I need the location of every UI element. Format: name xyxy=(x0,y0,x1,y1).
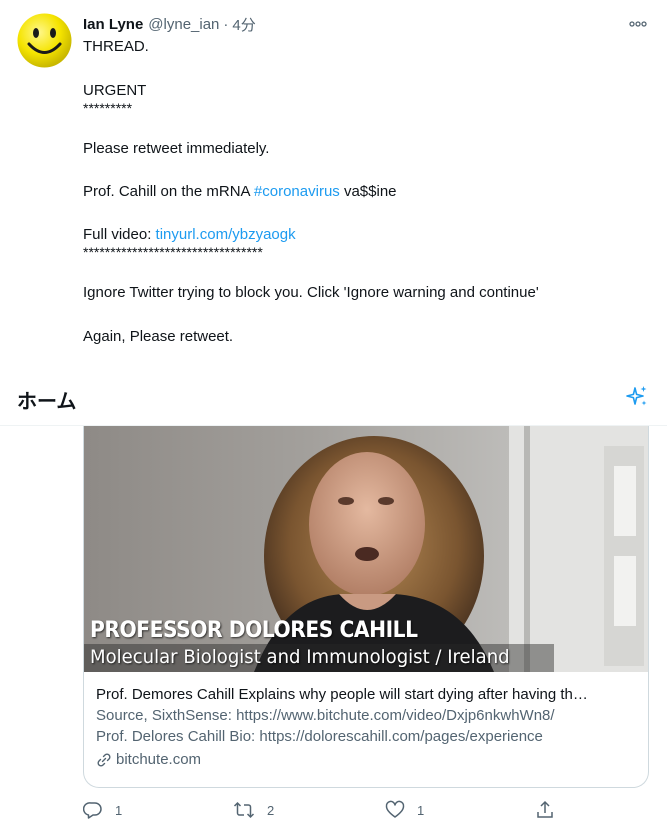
reply-count: 1 xyxy=(115,802,123,818)
more-icon[interactable] xyxy=(628,14,648,34)
reply-icon xyxy=(83,802,102,819)
tweet-header: Ian Lyne @lyne_ian · 4分 xyxy=(83,13,256,35)
retweet-request: Please retweet immediately. xyxy=(83,140,270,157)
card-title[interactable]: Prof. Demores Cahill Explains why people… xyxy=(96,684,638,705)
stars-line-long: ********************************* xyxy=(83,244,263,260)
avatar[interactable] xyxy=(17,13,72,68)
reply-button[interactable]: 1 xyxy=(83,800,122,820)
link-card[interactable]: PROFESSOR DOLORES CAHILL Molecular Biolo… xyxy=(83,426,649,788)
home-title: ホーム xyxy=(17,389,77,413)
retweet-icon xyxy=(233,801,255,819)
tinyurl-link[interactable]: tinyurl.com/ybzyaogk xyxy=(156,226,296,243)
thread-label: THREAD. xyxy=(83,38,149,55)
retweet-count: 2 xyxy=(267,802,275,818)
card-description-line-1: Source, SixthSense: https://www.bitchute… xyxy=(96,707,555,724)
author-name[interactable]: Ian Lyne xyxy=(83,16,143,33)
like-icon xyxy=(385,800,405,818)
link-icon xyxy=(97,752,111,767)
tweet-text: THREAD. URGENT ********* Please retweet … xyxy=(83,37,643,371)
full-video-line: Full video: tinyurl.com/ybzyaogk xyxy=(83,226,296,243)
separator-dot: · xyxy=(223,15,229,33)
card-domain[interactable]: bitchute.com xyxy=(96,749,641,770)
like-count: 1 xyxy=(417,802,425,818)
caption-role: Molecular Biologist and Immunologist / I… xyxy=(90,646,510,668)
again-line: Again, Please retweet. xyxy=(83,328,234,345)
author-handle[interactable]: @lyne_ian xyxy=(148,16,219,33)
stars-line: ********* xyxy=(83,100,133,116)
video-thumbnail[interactable]: PROFESSOR DOLORES CAHILL Molecular Biolo… xyxy=(84,426,648,672)
retweet-button[interactable]: 2 xyxy=(233,800,274,820)
video-caption: PROFESSOR DOLORES CAHILL Molecular Biolo… xyxy=(84,615,554,672)
sparkle-icon[interactable] xyxy=(624,384,650,410)
tweet-time[interactable]: 4分 xyxy=(232,14,255,35)
home-header: ホーム xyxy=(0,371,667,426)
share-icon xyxy=(537,800,553,818)
share-button[interactable] xyxy=(535,800,567,820)
caption-name: PROFESSOR DOLORES CAHILL xyxy=(90,618,418,643)
tweet-actions: 1 2 1 xyxy=(83,800,563,824)
card-text: Prof. Demores Cahill Explains why people… xyxy=(96,684,641,770)
hashtag-link[interactable]: #coronavirus xyxy=(254,183,340,200)
cahill-line: Prof. Cahill on the mRNA #coronavirus va… xyxy=(83,183,397,200)
ignore-warning-line: Ignore Twitter trying to block you. Clic… xyxy=(83,284,539,301)
like-button[interactable]: 1 xyxy=(385,800,424,820)
urgent-label: URGENT xyxy=(83,82,147,99)
card-description-line-2: Prof. Delores Cahill Bio: https://dolore… xyxy=(96,728,543,745)
card-domain-text: bitchute.com xyxy=(116,751,202,768)
